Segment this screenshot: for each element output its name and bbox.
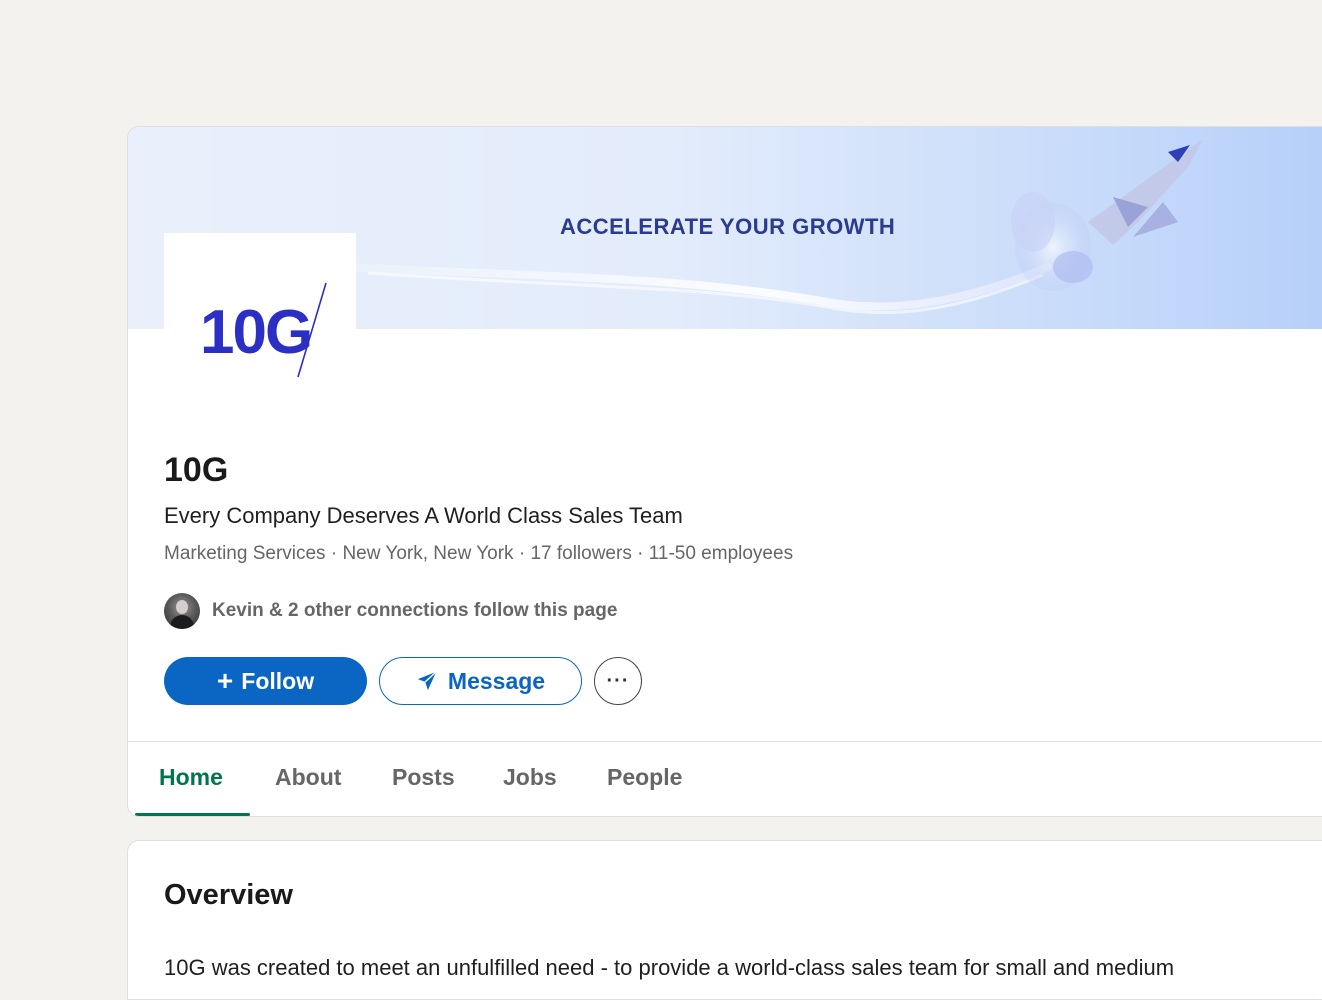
- logo-mark: 10G: [200, 282, 327, 378]
- follow-button[interactable]: + Follow: [164, 657, 367, 705]
- tab-posts[interactable]: Posts: [392, 764, 455, 791]
- more-options-button[interactable]: ···: [594, 657, 642, 705]
- overview-body: 10G was created to meet an unfulfilled n…: [164, 955, 1175, 980]
- company-industry: Marketing Services: [164, 543, 326, 564]
- action-buttons: + Follow Message ···: [164, 657, 642, 705]
- banner-headline: ACCELERATE YOUR GROWTH: [560, 214, 896, 239]
- follow-label: Follow: [241, 667, 315, 694]
- overview-card: Overview 10G was created to meet an unfu…: [127, 840, 1322, 1000]
- active-tab-indicator: [135, 813, 250, 816]
- company-logo: 10G: [164, 233, 356, 403]
- plus-icon: +: [216, 665, 234, 696]
- tab-jobs[interactable]: Jobs: [503, 764, 557, 791]
- message-button[interactable]: Message: [379, 657, 582, 705]
- separator-dot: ·: [518, 543, 531, 564]
- connections-row[interactable]: Kevin & 2 other connections follow this …: [164, 593, 617, 629]
- separator-dot: ·: [637, 543, 649, 564]
- separator-dot: ·: [330, 543, 343, 564]
- connections-text[interactable]: Kevin & 2 other connections follow this …: [212, 600, 617, 622]
- more-icon: ···: [606, 669, 630, 692]
- employee-count[interactable]: 11-50 employees: [649, 543, 793, 564]
- overview-title: Overview: [164, 879, 293, 911]
- send-icon: [417, 671, 437, 691]
- tab-home[interactable]: Home: [159, 764, 223, 791]
- company-tagline: Every Company Deserves A World Class Sal…: [164, 503, 683, 528]
- svg-text:10G: 10G: [200, 298, 311, 367]
- tab-about[interactable]: About: [275, 764, 341, 791]
- followers-count[interactable]: 17 followers: [530, 543, 631, 564]
- avatar[interactable]: [164, 593, 200, 629]
- tab-people[interactable]: People: [607, 764, 682, 791]
- company-location: New York, New York: [342, 543, 514, 564]
- company-meta: Marketing Services · New York, New York …: [164, 543, 793, 565]
- page-tabs: Home About Posts Jobs People: [128, 742, 1322, 816]
- company-profile-card: ACCELERATE YOUR GROWTH 10G 10G Every Com…: [127, 126, 1322, 817]
- message-label: Message: [447, 667, 546, 694]
- company-name: 10G: [164, 451, 229, 489]
